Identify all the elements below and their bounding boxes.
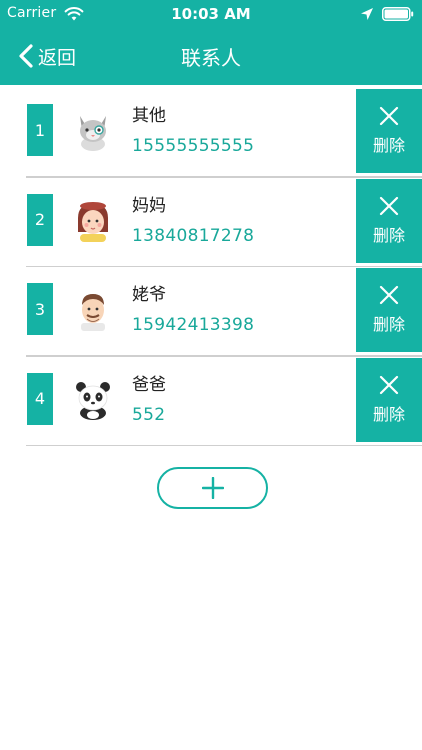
close-icon (379, 106, 399, 126)
delete-button[interactable]: 删除 (356, 268, 422, 352)
contact-list: 1 其他 15555555555 删除 2 妈妈 13840817278 删除 … (0, 88, 422, 446)
mother-avatar-icon (78, 201, 108, 242)
battery-icon (382, 7, 414, 21)
status-time: 10:03 AM (171, 5, 251, 23)
contact-name: 妈妈 (132, 195, 166, 216)
navigation-bar: 返回 联系人 (0, 28, 422, 85)
cat-avatar-icon (80, 116, 106, 151)
contact-name: 爸爸 (132, 374, 166, 395)
contact-phone[interactable]: 15942413398 (132, 315, 254, 335)
contact-name: 其他 (132, 106, 166, 126)
delete-button[interactable]: 删除 (356, 178, 422, 263)
add-contact-button[interactable] (157, 467, 268, 509)
contact-row[interactable]: 4 爸爸 552 删除 (0, 357, 422, 446)
grandfather-avatar-icon (81, 294, 105, 331)
index-badge: 3 (27, 283, 53, 335)
contact-row[interactable]: 2 妈妈 13840817278 删除 (0, 178, 422, 267)
contact-name: 姥爷 (132, 285, 166, 305)
app-header: Carrier 10:03 AM 返回 联系人 (0, 0, 422, 85)
row-divider (26, 444, 422, 446)
location-arrow-icon (361, 8, 373, 20)
contact-phone[interactable]: 552 (132, 405, 165, 425)
contact-row[interactable]: 1 其他 15555555555 删除 (0, 88, 422, 178)
back-button[interactable]: 返回 (18, 40, 76, 72)
delete-label: 删除 (372, 315, 405, 334)
close-icon (379, 196, 399, 215)
index-badge: 4 (27, 372, 53, 425)
delete-label: 删除 (372, 136, 405, 155)
panda-avatar-icon (76, 381, 110, 420)
index-badge: 1 (27, 104, 53, 156)
status-bar: Carrier 10:03 AM (0, 0, 422, 28)
plus-icon (201, 477, 224, 499)
close-icon (379, 285, 399, 305)
delete-button[interactable]: 删除 (356, 89, 422, 173)
index-badge: 2 (27, 193, 53, 246)
delete-label: 删除 (372, 404, 405, 424)
contact-row[interactable]: 3 姥爷 15942413398 删除 (0, 267, 422, 357)
close-icon (379, 375, 399, 394)
back-label: 返回 (38, 46, 77, 69)
delete-button[interactable]: 删除 (356, 357, 422, 442)
chevron-left-icon (19, 44, 33, 68)
contact-phone[interactable]: 13840817278 (132, 226, 254, 246)
delete-label: 删除 (372, 225, 405, 245)
contact-phone[interactable]: 15555555555 (132, 136, 254, 156)
